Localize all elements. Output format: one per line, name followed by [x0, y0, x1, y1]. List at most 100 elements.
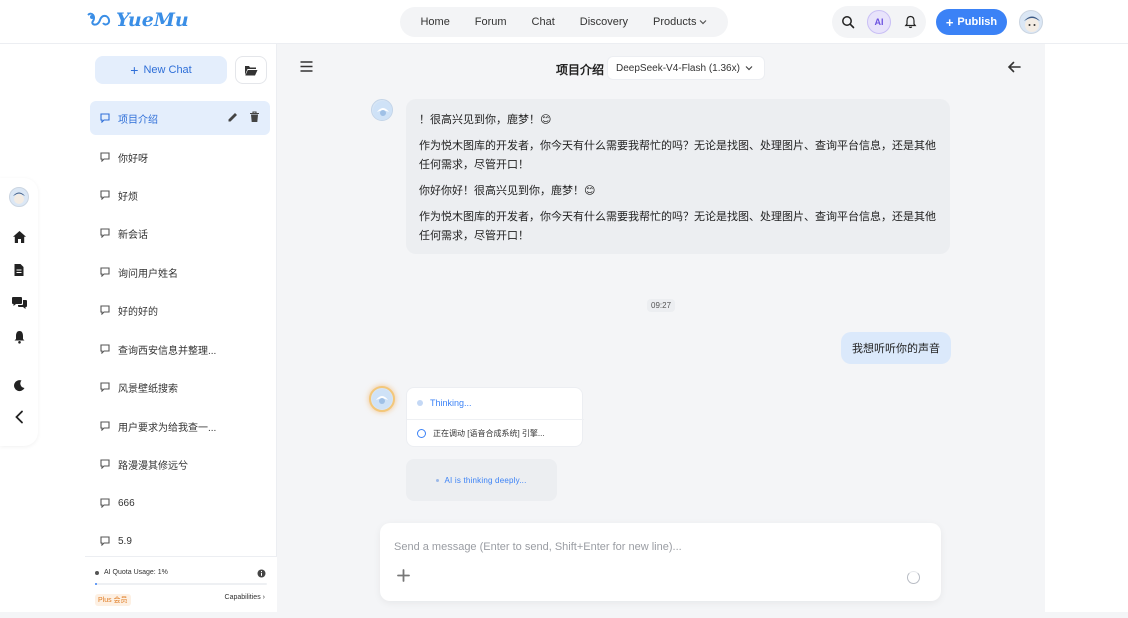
thinking-label: Thinking...: [430, 398, 472, 408]
chat-bubbles-icon[interactable]: [10, 294, 28, 312]
nav-discovery[interactable]: Discovery: [580, 16, 628, 28]
nav-home[interactable]: Home: [420, 16, 449, 28]
chat-title: 项目介绍: [556, 63, 605, 77]
conversation-item[interactable]: 项目介绍: [90, 101, 270, 135]
search-icon[interactable]: [836, 10, 860, 34]
thinking-dot: [417, 400, 423, 406]
conversation-item[interactable]: 查询西安信息并整理...: [90, 332, 270, 366]
conversation-item[interactable]: 你好呀: [90, 140, 270, 174]
chat-header: 项目介绍 DeepSeek-V4-Flash (1.36x): [277, 44, 1045, 92]
right-gutter: [1045, 44, 1128, 612]
info-icon[interactable]: [257, 569, 266, 578]
conversation-title: 好的好的: [118, 306, 158, 318]
attach-plus-icon[interactable]: [397, 569, 410, 585]
conversation-item[interactable]: 新会话: [90, 216, 270, 250]
conversation-title: 你好呀: [118, 153, 148, 165]
conversation-title: 路漫漫其修远兮: [118, 460, 188, 472]
model-select[interactable]: DeepSeek-V4-Flash (1.36x): [607, 56, 765, 80]
conversation-title: 风景壁纸搜索: [118, 383, 178, 395]
nav-chat[interactable]: Chat: [532, 16, 555, 28]
chat-bubble-icon: [100, 421, 110, 431]
conversation-title: 666: [118, 497, 135, 509]
chat-bubble-icon: [100, 305, 110, 315]
user-avatar[interactable]: [1019, 10, 1043, 34]
chat-bubble-icon: [100, 344, 110, 354]
chat-bubble-icon: [100, 152, 110, 162]
deep-thinking-indicator: AI is thinking deeply...: [406, 459, 557, 501]
conversation-title: 询问用户姓名: [118, 268, 178, 280]
back-arrow-icon[interactable]: [1007, 61, 1021, 76]
conversation-title: 好烦: [118, 191, 138, 203]
conversation-item[interactable]: 路漫漫其修远兮: [90, 447, 270, 481]
ai-assistant-button[interactable]: AI: [866, 10, 891, 34]
publish-label: Publish: [957, 16, 998, 28]
chat-bubble-icon: [100, 536, 110, 546]
bot-avatar-thinking: [369, 386, 395, 412]
message-timestamp: 09:27: [647, 299, 676, 312]
document-icon[interactable]: [10, 261, 28, 279]
quota-panel: AI Quota Usage: 1% Plus 会员 Capabilities …: [85, 556, 277, 612]
thinking-card: Thinking... 正在调动 [语音合成系统] 引擎...: [406, 387, 584, 447]
logo-icon: [87, 12, 111, 26]
chevron-down-icon: [700, 20, 707, 25]
chevron-right-icon: ›: [262, 594, 265, 601]
main-nav: Home Forum Chat Discovery Products: [400, 7, 728, 37]
conversation-item[interactable]: 5.9: [90, 524, 270, 558]
logo-text: YueMu: [116, 9, 189, 31]
tool-call-text: 正在调动 [语音合成系统] 引擎...: [433, 429, 545, 438]
chat-bubble-icon: [100, 267, 110, 277]
conversation-title: 用户要求为给我查一...: [118, 422, 217, 434]
home-icon[interactable]: [10, 228, 28, 246]
conversation-item[interactable]: 风景壁纸搜索: [90, 370, 270, 404]
conversation-actions: [227, 111, 260, 123]
chat-bubble-icon: [100, 459, 110, 469]
tool-call-row: 正在调动 [语音合成系统] 引擎...: [417, 428, 545, 439]
collapse-chevron-icon[interactable]: [10, 408, 28, 426]
user-message: 我想听听你的声音: [841, 332, 951, 364]
divider: [407, 419, 584, 420]
quota-text: AI Quota Usage: 1%: [95, 569, 168, 576]
bot-avatar: [371, 99, 393, 121]
message-paragraph: 你好你好！很高兴见到你，鹿梦！😊: [419, 185, 596, 197]
bot-message: ！很高兴见到你，鹿梦！😊 作为悦木图库的开发者，你今天有什么需要我帮忙的吗？无论…: [406, 99, 950, 254]
loading-spinner-icon: [907, 571, 920, 584]
rail-avatar[interactable]: [9, 187, 29, 207]
new-chat-button[interactable]: + New Chat: [95, 56, 227, 84]
nav-products[interactable]: Products: [653, 16, 707, 28]
plan-badge: Plus 会员: [95, 594, 131, 606]
quota-progress-bar: [95, 583, 267, 585]
message-paragraph: ！很高兴见到你，鹿梦！😊: [419, 114, 552, 126]
left-rail: [0, 178, 38, 446]
hamburger-menu-icon[interactable]: [300, 61, 313, 75]
plus-icon: +: [945, 14, 954, 30]
quota-label: AI Quota Usage: 1%: [104, 569, 168, 576]
moon-icon[interactable]: [10, 376, 28, 394]
brand-logo[interactable]: YueMu: [86, 9, 189, 31]
chat-bubble-icon: [100, 498, 110, 508]
nav-forum[interactable]: Forum: [475, 16, 507, 28]
notification-bell-icon[interactable]: [10, 328, 28, 346]
conversation-item[interactable]: 询问用户姓名: [90, 255, 270, 289]
publish-button[interactable]: + Publish: [936, 9, 1007, 35]
model-select-value: DeepSeek-V4-Flash (1.36x): [616, 62, 740, 74]
top-bar: YueMu Home Forum Chat Discovery Products…: [0, 0, 1128, 44]
folder-button[interactable]: [235, 56, 267, 84]
status-dot: [95, 570, 99, 575]
thinking-row: Thinking...: [417, 398, 472, 408]
new-chat-label: New Chat: [143, 64, 192, 76]
chat-bubble-icon: [100, 382, 110, 392]
conversation-item[interactable]: 好的好的: [90, 293, 270, 327]
capabilities-link[interactable]: Capabilities ›: [225, 594, 265, 601]
conversation-item[interactable]: 好烦: [90, 178, 270, 212]
trash-icon[interactable]: [249, 111, 260, 123]
chat-bubble-icon: [100, 113, 110, 123]
chat-bubble-icon: [100, 228, 110, 238]
message-input[interactable]: [394, 537, 914, 557]
edit-pencil-icon[interactable]: [227, 111, 239, 123]
chat-main: 项目介绍 DeepSeek-V4-Flash (1.36x) ！很高兴见到你，鹿…: [277, 44, 1045, 612]
message-composer: [380, 523, 941, 601]
bell-icon[interactable]: [898, 10, 922, 34]
conversation-item[interactable]: 用户要求为给我查一...: [90, 409, 270, 443]
conversation-item[interactable]: 666: [90, 486, 270, 520]
conversation-title: 新会话: [118, 229, 148, 241]
